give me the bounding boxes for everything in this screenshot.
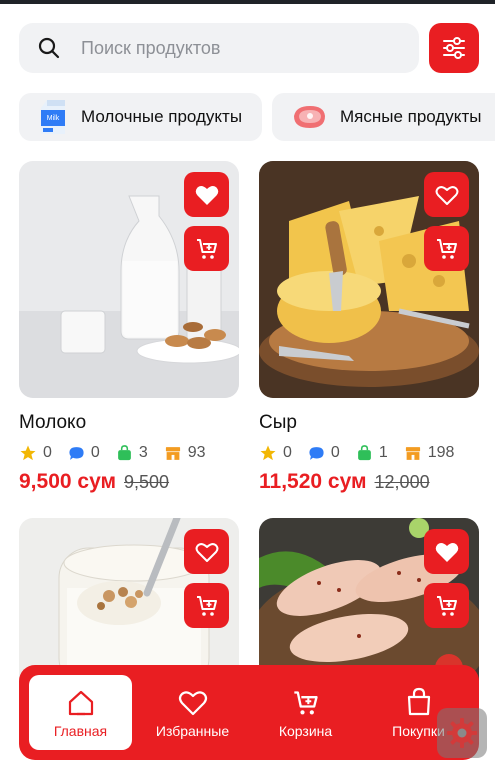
bottom-navigation: Главная Избранные Корзина Покупки [19,665,479,760]
comment-icon [309,446,324,460]
stock-stat: 198 [404,444,454,462]
orders-stat: 3 [116,444,148,462]
favorite-button[interactable] [184,172,229,217]
cart-icon [436,595,457,616]
nav-label: Главная [53,722,108,739]
product-card-milk[interactable]: Молоко 0 0 3 93 9,500 сум 9,500 [19,161,239,501]
add-to-cart-button[interactable] [184,226,229,271]
shopping-bag-icon [407,687,430,715]
svg-text:Milk: Milk [47,115,60,122]
add-to-cart-button[interactable] [424,226,469,271]
status-bar-strip [0,0,495,4]
product-prices: 9,500 сум 9,500 [19,470,169,494]
heart-filled-icon [435,542,458,562]
nav-cart[interactable]: Корзина [254,675,357,750]
nav-favorites[interactable]: Избранные [141,675,244,750]
product-prices: 11,520 сум 12,000 [259,470,430,494]
old-price: 12,000 [374,472,430,492]
milk-carton-icon: Milk [41,100,65,134]
bag-icon [357,445,371,461]
cart-icon [293,690,318,714]
gear-icon [447,718,477,748]
cart-icon [196,238,217,259]
cart-icon [436,238,457,259]
orders-stat: 1 [356,444,388,462]
product-card-chicken[interactable] [259,518,479,688]
product-stats: 0 0 1 198 [259,442,479,464]
category-chip-dairy[interactable]: Milk Молочные продукты [19,93,262,141]
old-price: 9,500 [124,472,170,492]
filter-sliders-icon [443,37,465,59]
product-card-cheese[interactable]: Сыр 0 0 1 198 11,520 сум 12,000 [259,161,479,501]
category-label: Мясные продукты [340,107,482,126]
category-chip-meat[interactable]: Мясные продукты [272,93,495,141]
store-icon [165,446,180,460]
comments-stat: 0 [68,444,100,462]
star-icon [260,445,276,461]
cart-icon [196,595,217,616]
product-name: Сыр [259,412,297,433]
settings-floating-button[interactable] [437,708,487,758]
heart-filled-icon [195,185,218,205]
bag-icon [117,445,131,461]
filter-button[interactable] [429,23,479,73]
product-name: Молоко [19,412,87,433]
search-placeholder: Поиск продуктов [81,37,221,58]
current-price: 11,520 сум [259,470,367,493]
star-icon [20,445,36,461]
comment-icon [69,446,84,460]
comments-stat: 0 [308,444,340,462]
add-to-cart-button[interactable] [184,583,229,628]
heart-icon [178,690,207,715]
favorite-button[interactable] [424,529,469,574]
search-input[interactable]: Поиск продуктов [19,23,419,73]
add-to-cart-button[interactable] [424,583,469,628]
favorite-button[interactable] [184,529,229,574]
heart-outline-icon [195,542,218,562]
search-icon [38,37,60,59]
product-card-yogurt[interactable] [19,518,239,688]
favorite-button[interactable] [424,172,469,217]
heart-outline-icon [435,185,458,205]
home-icon [68,690,93,715]
rating-stat: 0 [259,444,292,462]
current-price: 9,500 сум [19,470,117,493]
nav-home[interactable]: Главная [29,675,132,750]
category-strip: Milk Молочные продукты Мясные продукты [19,93,495,141]
product-stats: 0 0 3 93 [19,442,239,464]
category-label: Молочные продукты [81,107,243,126]
stock-stat: 93 [164,444,206,462]
nav-label: Избранные [155,722,230,739]
meat-icon [294,106,325,128]
store-icon [405,446,420,460]
rating-stat: 0 [19,444,52,462]
nav-label: Корзина [278,722,333,739]
